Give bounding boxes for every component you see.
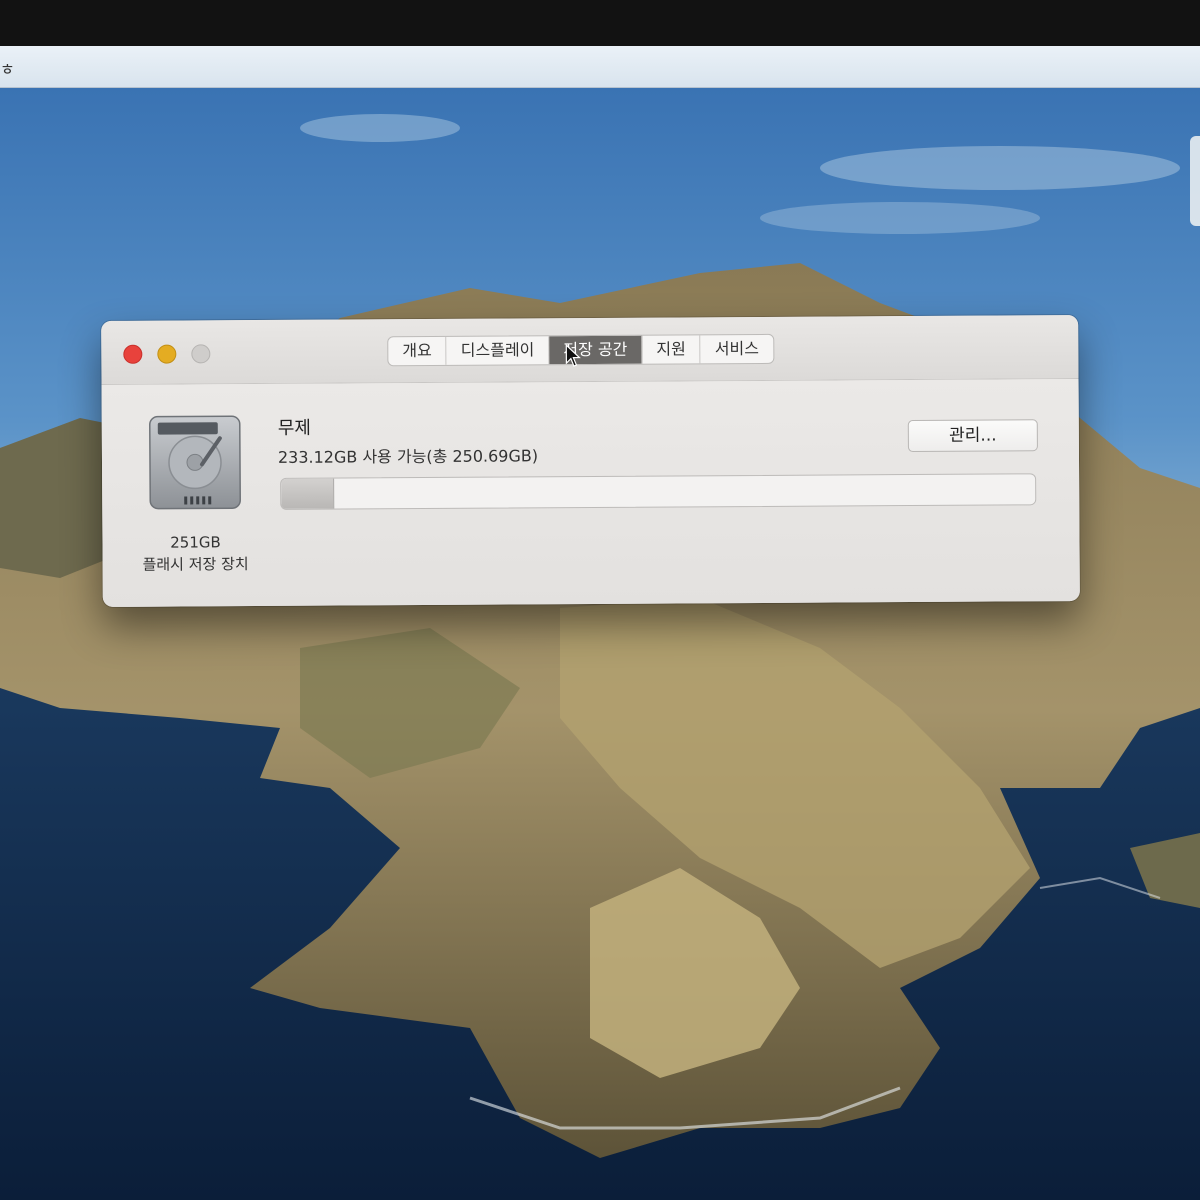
volume-availability: 233.12GB 사용 가능(총 250.69GB) <box>277 446 539 467</box>
close-button[interactable] <box>123 344 143 364</box>
menu-bar: ㅎ <box>0 46 1200 88</box>
tab-service[interactable]: 서비스 <box>701 335 773 363</box>
about-this-mac-window: 개요 디스플레이 저장 공간 지원 서비스 251GB 플래시 저장 장치 무제… <box>101 315 1080 607</box>
tab-support[interactable]: 지원 <box>642 335 701 364</box>
mouse-pointer-icon <box>565 344 581 367</box>
disk-size: 251GB <box>170 533 221 552</box>
zoom-button[interactable] <box>191 344 211 364</box>
tab-storage[interactable]: 저장 공간 <box>549 335 643 365</box>
wallpaper-island <box>0 114 1200 1200</box>
disk-type: 플래시 저장 장치 <box>142 555 249 574</box>
storage-panel: 251GB 플래시 저장 장치 무제 233.12GB 사용 가능(총 250.… <box>101 379 1080 607</box>
volume-name: 무제 <box>277 417 311 439</box>
window-titlebar: 개요 디스플레이 저장 공간 지원 서비스 <box>101 315 1079 385</box>
hard-drive-icon <box>149 415 241 510</box>
manage-button[interactable]: 관리... <box>907 419 1038 453</box>
side-widget <box>1190 136 1200 226</box>
menu-bar-item[interactable]: ㅎ <box>0 56 15 80</box>
desktop-wallpaper <box>0 88 1200 1200</box>
storage-usage-bar <box>280 473 1037 510</box>
tab-overview[interactable]: 개요 <box>388 336 447 366</box>
screen-bezel <box>0 0 1200 46</box>
disk-caption: 251GB 플래시 저장 장치 <box>120 531 270 576</box>
storage-usage-fill <box>281 478 335 509</box>
minimize-button[interactable] <box>157 344 177 364</box>
tab-displays[interactable]: 디스플레이 <box>446 336 550 365</box>
